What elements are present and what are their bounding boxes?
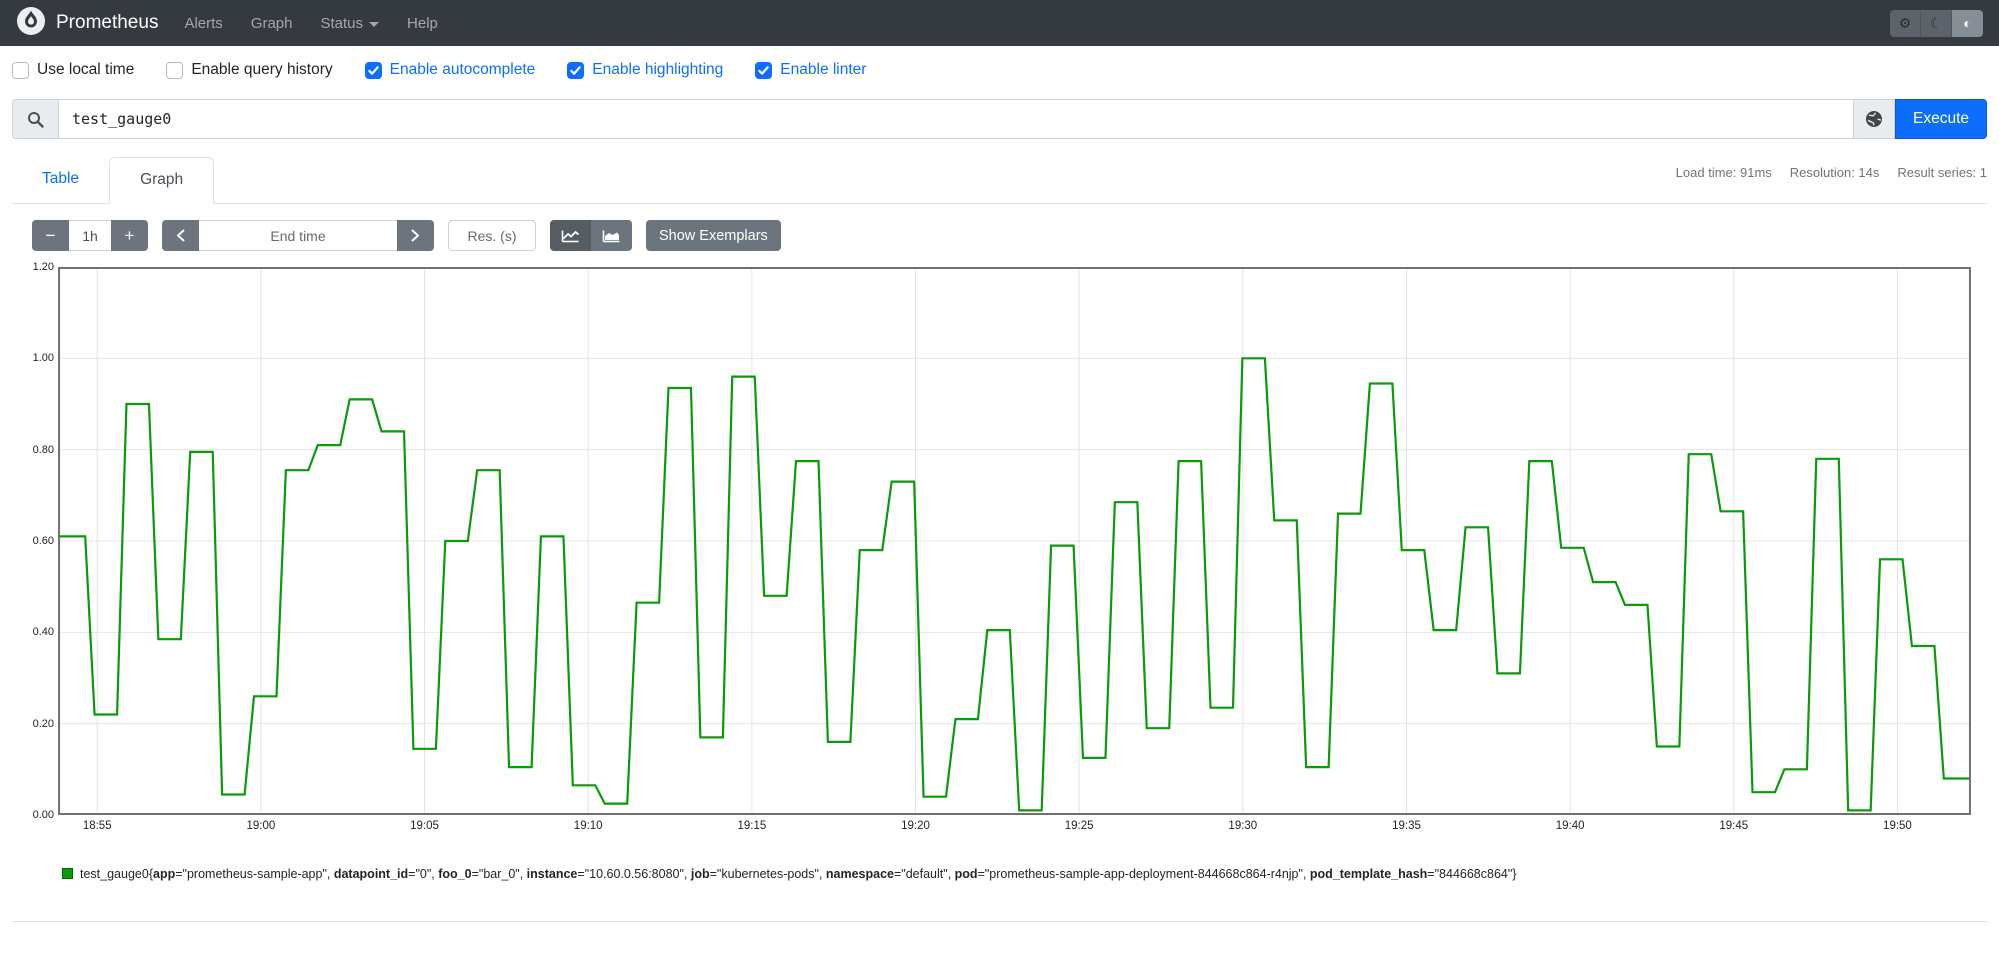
back-time-button[interactable] bbox=[162, 220, 199, 251]
graph-controls: − + Show Exemplars bbox=[32, 220, 1971, 251]
options-row: Use local time Enable query history Enab… bbox=[0, 46, 1999, 89]
increase-range-button[interactable]: + bbox=[111, 220, 148, 251]
chart-type-toggle bbox=[550, 220, 632, 251]
tab-graph[interactable]: Graph bbox=[109, 157, 215, 204]
decrease-range-button[interactable]: − bbox=[32, 220, 69, 251]
line-chart-icon[interactable] bbox=[550, 220, 591, 251]
resolution-input[interactable] bbox=[448, 220, 536, 251]
prometheus-brand[interactable]: Prometheus bbox=[16, 6, 158, 41]
range-group: − + bbox=[32, 220, 148, 251]
endtime-group bbox=[162, 220, 434, 251]
load-time-stat: Load time: 91ms bbox=[1675, 165, 1772, 180]
graph-panel: − + Show Exemplars 0.000.200.400.600 bbox=[12, 204, 1987, 923]
checkbox-box bbox=[364, 61, 382, 79]
auto-contrast-icon[interactable]: ◐ bbox=[1952, 9, 1983, 37]
brand-title: Prometheus bbox=[56, 12, 159, 33]
x-tick-label: 19:45 bbox=[1719, 820, 1749, 832]
x-tick-label: 19:05 bbox=[410, 820, 439, 832]
execute-button[interactable]: Execute bbox=[1895, 99, 1987, 139]
x-tick-label: 19:35 bbox=[1392, 820, 1421, 832]
checkbox-box bbox=[755, 61, 773, 79]
legend-label-name: datapoint_id bbox=[333, 867, 409, 881]
checkbox-box bbox=[166, 61, 184, 79]
checkbox-query-history[interactable]: Enable query history bbox=[166, 61, 333, 79]
y-axis: 0.00 0.20 0.40 0.60 0.80 1.00 1.20 bbox=[28, 261, 58, 821]
metrics-explorer-button[interactable] bbox=[1853, 99, 1895, 139]
y-tick-label: 1.20 bbox=[32, 261, 54, 273]
x-tick-label: 19:20 bbox=[901, 820, 930, 832]
legend-metric-name: test_gauge0 bbox=[80, 867, 149, 881]
x-tick-label: 19:25 bbox=[1064, 820, 1094, 832]
x-tick-label: 19:00 bbox=[246, 820, 276, 832]
result-tabs: Table Graph Load time: 91ms Resolution: … bbox=[12, 157, 1987, 204]
range-input[interactable] bbox=[69, 220, 111, 251]
legend-label-name: job bbox=[690, 867, 710, 881]
checkbox-highlighting[interactable]: Enable highlighting bbox=[567, 61, 723, 79]
y-tick-label: 0.60 bbox=[32, 535, 54, 547]
prometheus-logo-icon bbox=[16, 6, 46, 41]
nav-links: Alerts Graph Status Help bbox=[184, 15, 437, 32]
chevron-down-icon bbox=[369, 21, 380, 27]
x-tick-label: 19:30 bbox=[1228, 820, 1258, 832]
series-legend[interactable]: test_gauge0{app="prometheus-sample-app",… bbox=[62, 865, 1971, 883]
stacked-chart-icon[interactable] bbox=[591, 220, 632, 251]
globe-icon bbox=[1866, 111, 1882, 127]
navbar: Prometheus Alerts Graph Status Help ⚙ ☾ … bbox=[0, 0, 1999, 46]
x-tick-label: 19:15 bbox=[737, 820, 767, 832]
theme-toggle-group: ⚙ ☾ ◐ bbox=[1890, 9, 1983, 37]
nav-item-help[interactable]: Help bbox=[407, 15, 438, 32]
checkbox-label[interactable]: Enable highlighting bbox=[592, 61, 723, 79]
checkbox-box bbox=[567, 61, 585, 79]
checkbox-autocomplete[interactable]: Enable autocomplete bbox=[364, 61, 536, 79]
y-tick-label: 0.80 bbox=[32, 443, 54, 456]
legend-label-name: app bbox=[153, 867, 176, 881]
query-stats: Load time: 91ms Resolution: 14s Result s… bbox=[1676, 157, 1987, 203]
chevron-right-icon bbox=[411, 229, 419, 242]
series-swatch bbox=[62, 868, 73, 879]
legend-label-name: instance bbox=[526, 867, 578, 881]
x-tick-label: 18:55 bbox=[82, 820, 112, 832]
moon-icon[interactable]: ☾ bbox=[1921, 9, 1952, 37]
y-tick-label: 0.00 bbox=[32, 809, 54, 821]
result-series-stat: Result series: 1 bbox=[1897, 165, 1987, 180]
nav-item-graph[interactable]: Graph bbox=[251, 15, 293, 32]
checkbox-box bbox=[12, 61, 29, 79]
query-bar: Execute bbox=[12, 99, 1987, 139]
chevron-left-icon bbox=[177, 229, 185, 242]
legend-label-name: pod bbox=[954, 867, 978, 881]
legend-text: test_gauge0{app="prometheus-sample-app",… bbox=[80, 867, 1517, 881]
x-tick-label: 19:50 bbox=[1883, 820, 1912, 832]
end-time-input[interactable] bbox=[199, 220, 397, 251]
nav-item-status[interactable]: Status bbox=[321, 15, 380, 32]
query-expression-input[interactable] bbox=[58, 99, 1853, 139]
x-tick-label: 19:40 bbox=[1555, 820, 1585, 832]
resolution-stat: Resolution: 14s bbox=[1789, 165, 1880, 180]
legend-label-name: foo_0 bbox=[438, 867, 472, 881]
checkbox-linter[interactable]: Enable linter bbox=[755, 61, 866, 79]
show-exemplars-button[interactable]: Show Exemplars bbox=[646, 220, 781, 251]
x-axis: 18:55 19:00 19:05 19:10 19:15 19:20 19:25 19:30… bbox=[58, 815, 1971, 841]
x-tick-label: 19:10 bbox=[573, 820, 603, 832]
nav-item-alerts[interactable]: Alerts bbox=[184, 15, 222, 32]
chart: 0.00 0.20 0.40 0.60 0.80 1.00 1.20 18:55 19:00 1… bbox=[28, 261, 1971, 841]
y-tick-label: 0.20 bbox=[32, 717, 54, 730]
legend-label-name: pod_template_hash bbox=[1309, 867, 1428, 881]
y-tick-label: 0.40 bbox=[32, 626, 54, 639]
checkbox-use-local-time[interactable]: Use local time bbox=[12, 61, 134, 79]
y-tick-label: 1.00 bbox=[32, 352, 54, 365]
series-line bbox=[58, 358, 1971, 810]
tab-table[interactable]: Table bbox=[12, 157, 109, 203]
search-icon bbox=[12, 99, 58, 139]
forward-time-button[interactable] bbox=[397, 220, 434, 251]
checkbox-label[interactable]: Enable autocomplete bbox=[390, 61, 536, 79]
checkbox-label[interactable]: Use local time bbox=[37, 61, 134, 79]
checkbox-label[interactable]: Enable query history bbox=[191, 61, 332, 79]
gear-icon[interactable]: ⚙ bbox=[1890, 9, 1921, 37]
plot-area[interactable] bbox=[58, 267, 1971, 815]
legend-label-name: namespace bbox=[825, 867, 894, 881]
checkbox-label[interactable]: Enable linter bbox=[780, 61, 866, 79]
